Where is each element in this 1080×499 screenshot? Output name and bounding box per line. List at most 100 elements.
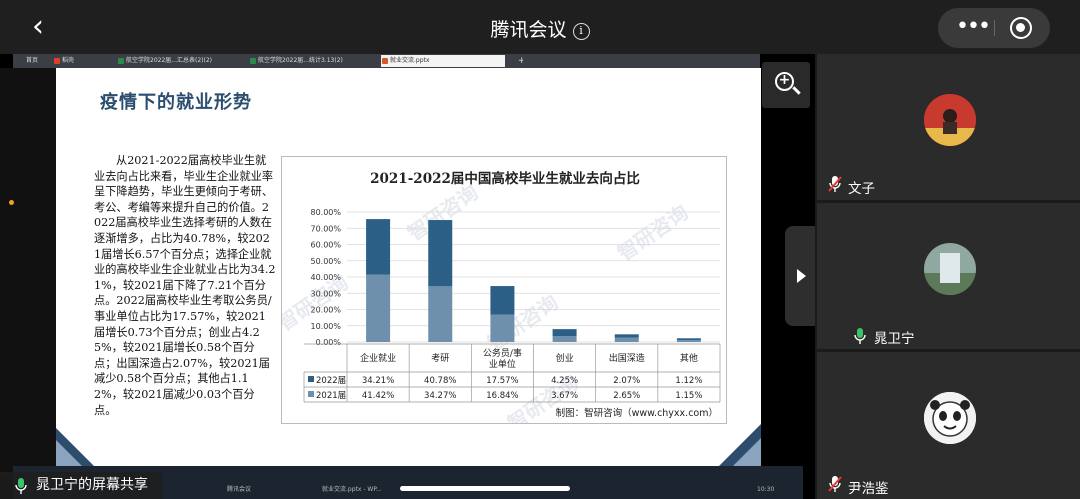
category-label: 公务员/事 [483, 347, 522, 359]
bar-2021 [614, 337, 639, 342]
tab-label: 首页 [26, 57, 39, 64]
wps-icon [54, 58, 60, 64]
participant-card[interactable]: 文子 [817, 54, 1080, 200]
data-label-2021: 34.27% [424, 391, 456, 401]
category-label: 创业 [556, 352, 574, 364]
ppt-slide: 疫情下的就业形势 从2021-2022届高校毕业生就业去向占比来看，毕业生企业就… [56, 68, 761, 466]
bar-2021 [552, 336, 577, 342]
meeting-window: ‹ 腾讯会议 i ••• 首页 稻壳 航空学院2022届...汇总表(2)(2) … [0, 0, 1080, 499]
data-label-2022: 1.12% [675, 376, 702, 386]
bar-2021 [366, 274, 391, 342]
chart-source: 制图：智研咨询（www.chyxx.com） [555, 408, 718, 419]
slide-corner-decoration [56, 440, 82, 466]
y-tick-label: 30.00% [310, 289, 341, 298]
category-label: 业单位 [489, 358, 516, 370]
bar-2021 [490, 314, 515, 342]
avatar-photo [924, 392, 976, 444]
participant-card[interactable]: 尹浩鉴 [817, 352, 1080, 499]
category-label: 企业就业 [360, 352, 396, 364]
tab-label: 航空学院2022届...统计3.13(2) [258, 57, 343, 64]
data-label-2021: 16.84% [486, 391, 518, 401]
participant-panel: 文子 晁卫宁 尹浩鉴 [815, 54, 1080, 499]
bar-2022 [614, 334, 639, 338]
meeting-title: 腾讯会议 i [0, 15, 1080, 42]
tab-pptx[interactable]: 就业交流.pptx [381, 55, 505, 67]
shared-screen: 首页 稻壳 航空学院2022届...汇总表(2)(2) 航空学院2022届...… [0, 54, 815, 499]
legend-label-2022: 2022届 [316, 376, 346, 386]
tab-label: 就业交流.pptx [390, 57, 430, 64]
collapse-sidebar-button[interactable] [785, 226, 817, 326]
mic-icon [854, 328, 866, 344]
participant-name: 文子 [848, 181, 875, 197]
chart-plot: 0.00% 10.00% 20.00% 30.00% 40.00% 50.00% 60.00… [303, 208, 721, 403]
data-label-2021: 1.15% [675, 391, 702, 401]
more-icon[interactable]: ••• [956, 14, 991, 39]
y-tick-label: 80.00% [310, 208, 341, 217]
category-label: 考研 [431, 353, 449, 364]
y-tick-label: 0.00% [316, 338, 342, 347]
y-tick-label: 20.00% [310, 306, 341, 315]
zoom-in-button[interactable]: + [762, 62, 810, 108]
category-label: 其他 [680, 352, 698, 364]
y-tick-label: 40.00% [310, 273, 341, 282]
data-label-2021: 2.65% [613, 391, 640, 401]
participant-name: 尹浩鉴 [848, 481, 889, 497]
mic-muted-icon [828, 476, 842, 492]
taskbar-item[interactable]: 就业交流.pptx - WP... [318, 484, 386, 496]
tab-sheet-2[interactable]: 航空学院2022届...统计3.13(2) [249, 55, 377, 67]
mini-program-capsule: ••• [938, 8, 1050, 48]
bar-2022 [552, 329, 577, 337]
sheet-icon [250, 58, 256, 64]
share-label-text: 晁卫宁的屏幕共享 [36, 477, 148, 493]
data-label-2022: 34.21% [362, 376, 394, 386]
tab-label: 航空学院2022届...汇总表(2)(2) [126, 57, 212, 64]
legend-label-2021: 2021届 [316, 391, 346, 401]
scroll-indicator[interactable] [400, 486, 570, 491]
zoom-handle [792, 86, 801, 95]
close-capsule-icon[interactable] [1010, 17, 1032, 39]
info-icon[interactable]: i [572, 23, 590, 40]
data-label-2021: 3.67% [551, 391, 578, 401]
participant-name: 晁卫宁 [874, 331, 915, 347]
ppt-icon [382, 58, 388, 64]
data-label-2022: 40.78% [424, 376, 456, 386]
new-tab-icon[interactable]: + [509, 55, 523, 67]
category-label: 出国深造 [609, 352, 645, 364]
bar-2022 [428, 220, 453, 287]
participant-card[interactable]: 晁卫宁 [817, 203, 1080, 496]
y-tick-label: 50.00% [310, 257, 341, 266]
sheet-icon [118, 58, 124, 64]
slide-body-text: 从2021-2022届高校毕业生就业去向占比来看，毕业生企业就业率呈下降趋势，毕… [94, 154, 276, 417]
tab-sheet-1[interactable]: 航空学院2022届...汇总表(2)(2) [117, 55, 245, 67]
avatar [924, 243, 976, 295]
bar-2022 [366, 219, 391, 275]
legend-key-2022 [308, 376, 314, 382]
left-strip [0, 68, 56, 478]
avatar [924, 392, 976, 444]
avatar-photo [924, 94, 976, 146]
bar-2021 [428, 286, 453, 342]
data-label-2022: 2.07% [613, 376, 640, 386]
slide-corner-decoration [733, 438, 761, 466]
data-label-2021: 41.42% [362, 391, 394, 401]
taskbar-clock: 10:30 [757, 486, 775, 493]
capsule-divider [994, 20, 995, 36]
slide-title: 疫情下的就业形势 [100, 92, 252, 113]
data-label-2022: 4.25% [551, 376, 578, 386]
bar-2021 [676, 340, 701, 342]
y-tick-label: 70.00% [310, 224, 341, 233]
chart-frame: 智研咨询 智研咨询 智研咨询 智研咨询 智研咨询 2021-2022届中国高校毕… [281, 156, 727, 424]
tab-wps[interactable]: 稻壳 [53, 55, 109, 67]
bar-2022 [676, 338, 701, 341]
taskbar-item[interactable]: 腾讯会议 [223, 484, 255, 496]
screen-share-label: 晁卫宁的屏幕共享 [0, 472, 162, 499]
indicator-dot [9, 200, 14, 205]
mic-muted-icon [828, 176, 842, 192]
mic-icon [15, 478, 27, 494]
legend-key-2021 [308, 391, 314, 397]
bar-2022 [490, 286, 515, 315]
data-label-2022: 17.57% [486, 376, 518, 386]
avatar-photo [924, 243, 976, 295]
y-tick-label: 60.00% [310, 241, 341, 250]
tab-home[interactable]: 首页 [17, 55, 49, 67]
